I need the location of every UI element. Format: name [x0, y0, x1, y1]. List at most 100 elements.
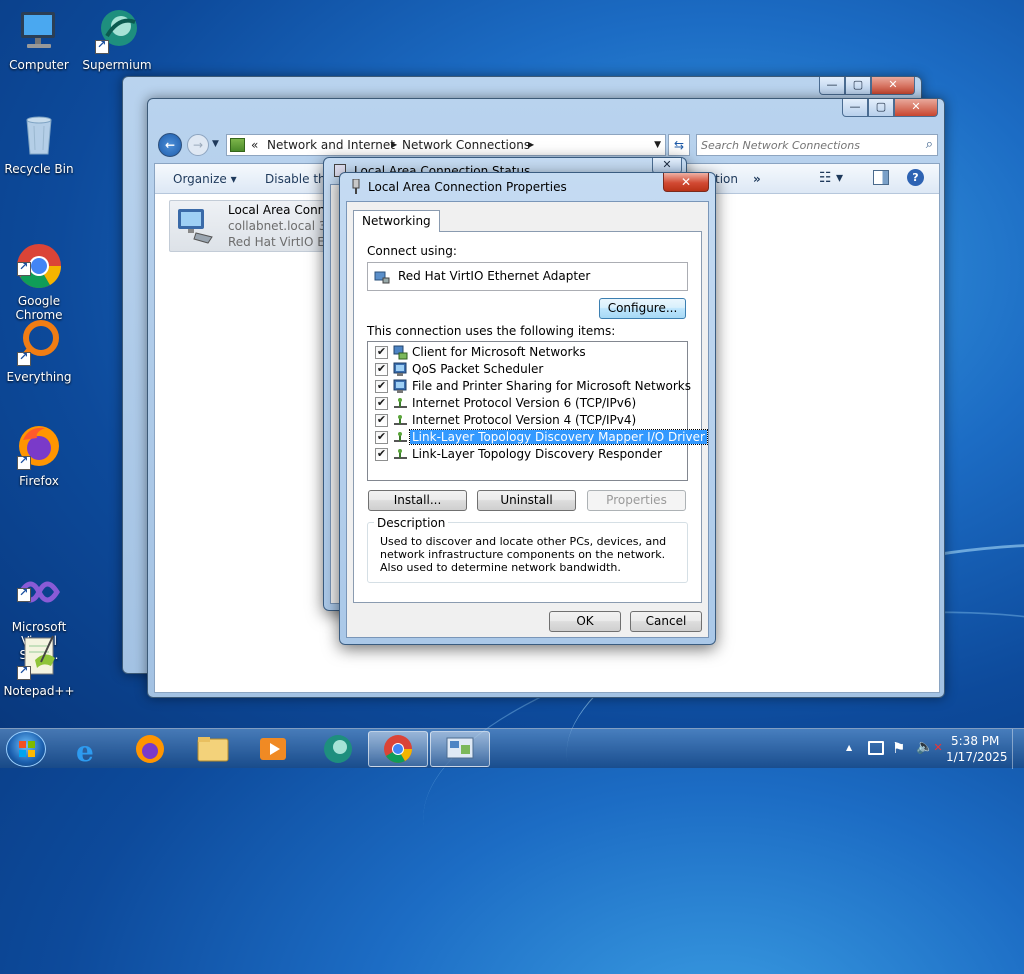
taskbar-file-explorer[interactable]: [184, 731, 244, 767]
item-label: QoS Packet Scheduler: [412, 362, 544, 376]
desktop-icon-google-chrome[interactable]: Google Chrome: [1, 214, 77, 322]
list-item[interactable]: ✔ Internet Protocol Version 6 (TCP/IPv6): [369, 395, 686, 412]
items-list[interactable]: ✔ Client for Microsoft Networks ✔ QoS Pa…: [367, 341, 708, 481]
desktop-icon-supermium[interactable]: Supermium: [79, 6, 155, 72]
list-item[interactable]: ✔ Client for Microsoft Networks: [369, 344, 686, 361]
taskbar-google-chrome[interactable]: [368, 731, 428, 767]
breadcrumb-separator[interactable]: ▶: [391, 135, 397, 155]
shortcut-arrow-icon: [17, 586, 31, 602]
help-icon[interactable]: ?: [907, 169, 924, 186]
item-checkbox[interactable]: ✔: [375, 397, 388, 410]
desktop-icon-everything[interactable]: Everything: [1, 318, 77, 384]
refresh-icon: ⇆: [673, 138, 685, 152]
list-item[interactable]: ✔ File and Printer Sharing for Microsoft…: [369, 378, 691, 395]
item-label: Client for Microsoft Networks: [412, 345, 586, 359]
item-checkbox[interactable]: ✔: [375, 431, 388, 444]
ok-button[interactable]: OK: [549, 611, 621, 632]
desktop-icon-firefox[interactable]: Firefox: [1, 422, 77, 488]
taskbar-media-player[interactable]: [244, 731, 304, 767]
tab-networking[interactable]: Networking: [353, 210, 440, 232]
shortcut-arrow-icon: [17, 454, 31, 470]
supermium-icon: [324, 735, 352, 763]
protocol-icon: [393, 396, 408, 411]
organize-menu[interactable]: Organize ▾: [173, 172, 237, 186]
properties-button[interactable]: Properties: [587, 490, 686, 511]
volume-muted-icon[interactable]: 🔈✕: [916, 739, 943, 755]
taskbar-supermium[interactable]: [308, 731, 368, 767]
desktop-icon-notepad-plus-plus[interactable]: Notepad++: [1, 632, 77, 698]
item-checkbox[interactable]: ✔: [375, 380, 388, 393]
preview-pane-icon[interactable]: [873, 170, 889, 185]
install-button[interactable]: Install...: [368, 490, 467, 511]
networking-tab-panel: Connect using: Red Hat VirtIO Ethernet A…: [353, 231, 708, 603]
search-icon[interactable]: ⌕: [926, 137, 933, 152]
clock-date[interactable]: 1/17/2025: [946, 750, 1008, 764]
adapter-icon: [374, 269, 390, 285]
list-item[interactable]: ✔ Internet Protocol Version 4 (TCP/IPv4): [369, 412, 686, 429]
search-box[interactable]: ⌕: [696, 134, 938, 156]
taskbar-network-connections[interactable]: [430, 731, 490, 767]
network-service-icon: [393, 379, 408, 394]
desktop-icon-label: Computer: [9, 58, 69, 72]
desktop-icon-computer[interactable]: Computer: [1, 6, 77, 72]
desktop-icon-label: Notepad++: [3, 684, 75, 698]
forward-button[interactable]: →: [187, 134, 209, 156]
start-button[interactable]: [6, 731, 46, 767]
change-view-icon[interactable]: ☷ ▾: [819, 170, 843, 186]
uninstall-button[interactable]: Uninstall: [477, 490, 576, 511]
back-button[interactable]: ←: [158, 133, 182, 157]
folder-icon: [197, 737, 229, 762]
taskbar-internet-explorer[interactable]: e: [60, 731, 120, 768]
description-text: Used to discover and locate other PCs, d…: [380, 535, 667, 574]
item-checkbox[interactable]: ✔: [375, 363, 388, 376]
local-area-connection-tile[interactable]: Local Area Connec collabnet.local 3 Red …: [169, 200, 345, 252]
list-item[interactable]: ✔ QoS Packet Scheduler: [369, 361, 686, 378]
breadcrumb-separator[interactable]: ▶: [528, 135, 534, 155]
more-commands-button[interactable]: »: [753, 172, 761, 186]
item-checkbox[interactable]: ✔: [375, 346, 388, 359]
desktop-icon-label: Firefox: [19, 474, 59, 488]
diagnose-connection-button[interactable]: tion: [715, 172, 738, 186]
maximize-button[interactable]: ▢: [868, 99, 894, 117]
computer-icon: [15, 6, 63, 54]
breadcrumb-network-connections[interactable]: Network Connections: [402, 135, 530, 155]
item-label: Link-Layer Topology Discovery Responder: [412, 447, 663, 461]
item-checkbox[interactable]: ✔: [375, 448, 388, 461]
network-status-icon[interactable]: [868, 741, 884, 755]
breadcrumb-network-and-internet[interactable]: Network and Internet: [267, 135, 395, 155]
desktop-icon-label: Everything: [6, 370, 72, 384]
address-dropdown-icon[interactable]: ▼: [654, 135, 661, 155]
list-item[interactable]: ✔ Link-Layer Topology Discovery Responde…: [369, 446, 686, 463]
connect-using-label: Connect using:: [367, 244, 457, 258]
item-label: Internet Protocol Version 6 (TCP/IPv6): [412, 396, 637, 410]
close-button[interactable]: ✕: [871, 77, 915, 95]
clock-time[interactable]: 5:38 PM: [951, 734, 999, 748]
recent-pages-dropdown[interactable]: ▼: [212, 139, 219, 149]
item-checkbox[interactable]: ✔: [375, 414, 388, 427]
maximize-button[interactable]: ▢: [845, 77, 871, 95]
show-hidden-icons-button[interactable]: ▲: [846, 743, 852, 752]
notepad-plus-plus-icon: [15, 632, 63, 680]
item-label: Internet Protocol Version 4 (TCP/IPv4): [412, 413, 637, 427]
taskbar-firefox[interactable]: [120, 731, 180, 767]
window-caption-buttons: — ▢ ✕: [819, 77, 915, 95]
list-item-selected[interactable]: ✔ Link-Layer Topology Discovery Mapper I…: [369, 429, 708, 446]
desktop-icon-label: Recycle Bin: [4, 162, 74, 176]
refresh-button[interactable]: ⇆: [668, 134, 690, 156]
address-bar[interactable]: « Network and Internet ▶ Network Connect…: [226, 134, 666, 156]
minimize-button[interactable]: —: [819, 77, 845, 95]
configure-button[interactable]: Configure...: [599, 298, 686, 319]
action-center-flag-icon[interactable]: ⚑: [892, 739, 905, 757]
dialog-close-button[interactable]: ✕: [663, 173, 709, 192]
cancel-button[interactable]: Cancel: [630, 611, 702, 632]
desktop-icon-recycle-bin[interactable]: Recycle Bin: [1, 110, 77, 176]
everything-icon: [15, 318, 63, 366]
close-icon: ✕: [680, 175, 692, 189]
connection-properties-dialog[interactable]: Local Area Connection Properties ✕ Netwo…: [339, 172, 716, 645]
search-input[interactable]: [699, 136, 913, 154]
media-player-icon: [260, 738, 286, 760]
show-desktop-button[interactable]: [1012, 729, 1024, 769]
close-button[interactable]: ✕: [894, 99, 938, 117]
minimize-button[interactable]: —: [842, 99, 868, 117]
breadcrumb-root[interactable]: «: [251, 135, 258, 155]
